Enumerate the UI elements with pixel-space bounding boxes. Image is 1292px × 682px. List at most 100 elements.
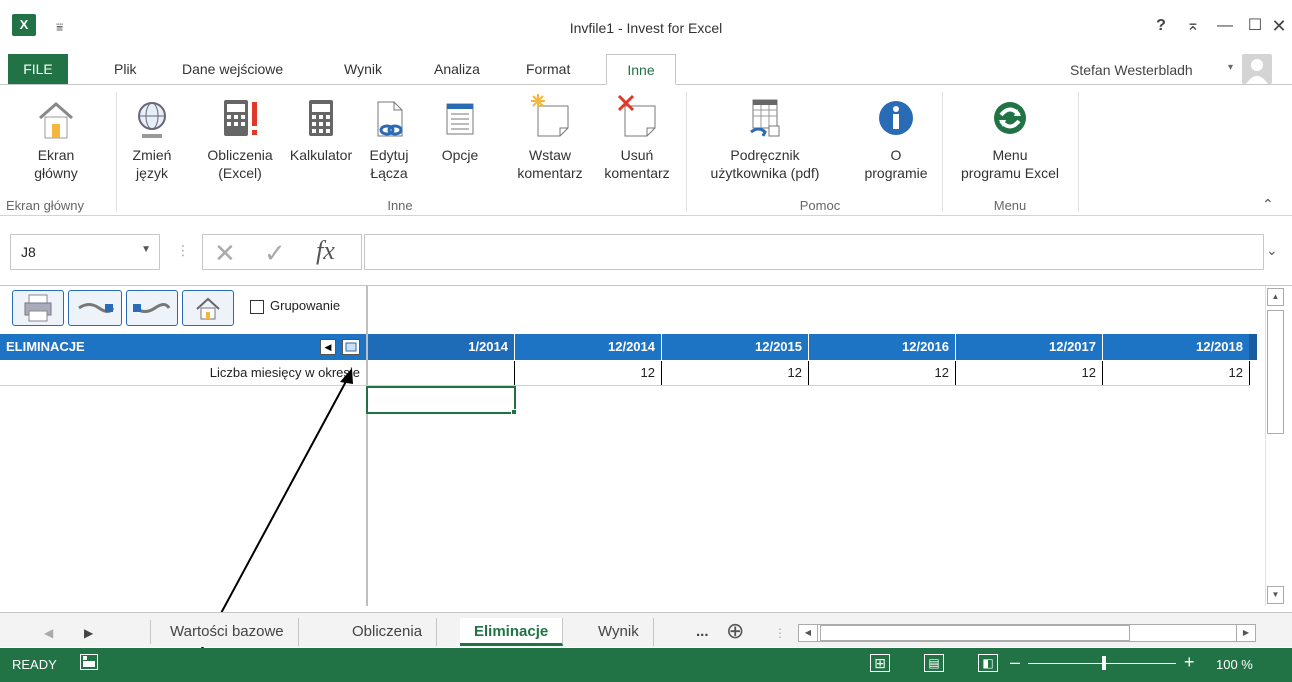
expand-button[interactable]: [126, 290, 178, 326]
next-sheet-icon[interactable]: ▶: [84, 626, 93, 640]
tab-plik[interactable]: Plik: [104, 54, 147, 84]
wstaw-komentarz-button[interactable]: Wstaw komentarz: [508, 92, 592, 182]
sheet-tab-obliczenia[interactable]: Obliczenia: [338, 618, 438, 646]
ekran-glowny-button[interactable]: Ekran główny: [20, 98, 92, 182]
column-header-12-2017: 12/2017: [956, 334, 1102, 360]
minimize-button[interactable]: —: [1210, 14, 1240, 38]
handshake-right-icon: [133, 303, 171, 313]
edytuj-lacza-button[interactable]: Edytuj Łącza: [358, 98, 420, 182]
vertical-scroll-thumb[interactable]: [1267, 310, 1284, 434]
cell-12-2015[interactable]: 12: [662, 361, 809, 385]
collapse-arrow-button[interactable]: ◀: [320, 339, 336, 355]
ready-status: READY: [12, 657, 57, 672]
tab-file[interactable]: FILE: [8, 54, 68, 84]
comment-toggle-button[interactable]: [342, 339, 360, 355]
scroll-down-button[interactable]: ▼: [1267, 586, 1284, 604]
user-dropdown-icon[interactable]: ▾: [1228, 62, 1233, 73]
enter-icon[interactable]: ✓: [264, 238, 286, 269]
formula-bar-grip-icon: ⋮: [176, 242, 190, 258]
selected-cell[interactable]: [366, 386, 516, 414]
tab-inne[interactable]: Inne: [606, 54, 676, 85]
sheet-tab-wynik[interactable]: Wynik: [584, 618, 654, 646]
opcje-button[interactable]: Opcje: [432, 98, 488, 164]
formula-input[interactable]: [364, 234, 1264, 270]
normal-view-icon[interactable]: ⊞: [870, 654, 890, 672]
ribbon-group-separator: [116, 92, 117, 212]
user-manual-pdf-icon: [745, 98, 785, 140]
cell-12-2014[interactable]: 12: [515, 361, 662, 385]
zoom-slider-thumb[interactable]: [1102, 656, 1106, 670]
collapse-ribbon-icon[interactable]: ⌃: [1262, 196, 1274, 213]
kalkulator-button[interactable]: Kalkulator: [284, 98, 358, 164]
avatar[interactable]: [1242, 54, 1272, 84]
user-name[interactable]: Stefan Westerbladh: [1070, 62, 1193, 78]
sheet-tab-eliminacje[interactable]: Eliminacje: [460, 618, 564, 646]
cell-12-2018[interactable]: 12: [1103, 361, 1250, 385]
add-sheet-icon[interactable]: ⊕: [726, 618, 744, 644]
scroll-up-button[interactable]: ▲: [1267, 288, 1284, 306]
group-label-inne: Inne: [387, 198, 413, 213]
section-title: ELIMINACJE: [6, 339, 85, 354]
status-bar: [0, 648, 1292, 682]
tab-format[interactable]: Format: [516, 54, 580, 84]
calculation-warning-icon: [218, 98, 262, 140]
header-edge: [1249, 334, 1257, 360]
globe-icon: [132, 98, 172, 140]
podrecznik-button[interactable]: Podręcznik użytkownika (pdf): [692, 98, 838, 182]
insert-function-icon[interactable]: fx: [316, 236, 335, 266]
usun-komentarz-button[interactable]: Usuń komentarz: [594, 92, 680, 182]
section-header: ELIMINACJE: [0, 334, 366, 360]
ribbon-group-separator: [686, 92, 687, 212]
zoom-level[interactable]: 100 %: [1216, 657, 1253, 672]
zmien-jezyk-button[interactable]: Zmień język: [122, 98, 182, 182]
column-header-12-2016: 12/2016: [809, 334, 955, 360]
obliczenia-button[interactable]: Obliczenia (Excel): [196, 98, 284, 182]
name-box-dropdown-icon[interactable]: ▼: [141, 244, 151, 255]
sheet-tab-more[interactable]: ...: [682, 618, 723, 646]
scroll-right-button[interactable]: ▶: [1236, 624, 1256, 642]
column-header-12-2015: 12/2015: [662, 334, 808, 360]
tab-dane-wejsciowe[interactable]: Dane wejściowe: [172, 54, 293, 84]
sheet-tab-wartosci-bazowe[interactable]: Wartości bazowe: [156, 618, 299, 646]
column-header-12-2018: 12/2018: [1103, 334, 1249, 360]
zoom-in-button[interactable]: +: [1184, 652, 1195, 673]
cancel-icon[interactable]: ✕: [214, 238, 236, 269]
info-icon: [875, 98, 917, 140]
handshake-left-icon: [78, 303, 115, 313]
cell-12-2016[interactable]: 12: [809, 361, 956, 385]
cell-1-2014[interactable]: [368, 361, 515, 385]
close-button[interactable]: ✕: [1264, 14, 1292, 38]
tab-wynik[interactable]: Wynik: [334, 54, 392, 84]
prev-sheet-icon[interactable]: ◀: [44, 626, 53, 640]
name-box[interactable]: J8 ▼: [10, 234, 160, 270]
horizontal-scroll-thumb[interactable]: [820, 625, 1130, 641]
insert-comment-icon: [528, 92, 572, 140]
help-button[interactable]: ?: [1146, 14, 1176, 38]
group-label-pomoc: Pomoc: [799, 198, 841, 213]
options-list-icon: [443, 98, 477, 140]
print-button[interactable]: [12, 290, 64, 326]
edit-links-icon: [372, 98, 406, 140]
fill-handle[interactable]: [511, 409, 517, 415]
ribbon-display-options-icon[interactable]: ⌅: [1178, 14, 1208, 38]
ribbon-group-separator: [1078, 92, 1079, 212]
page-layout-view-icon[interactable]: ▤: [924, 654, 944, 672]
scroll-left-button[interactable]: ◀: [798, 624, 818, 642]
home-button[interactable]: [182, 290, 234, 326]
grupowanie-label: Grupowanie: [270, 298, 341, 313]
grupowanie-checkbox[interactable]: [250, 300, 264, 314]
window-title: Invfile1 - Invest for Excel: [569, 20, 723, 36]
column-header-12-2014: 12/2014: [515, 334, 661, 360]
page-break-view-icon[interactable]: ◧: [978, 654, 998, 672]
tab-analiza[interactable]: Analiza: [424, 54, 490, 84]
o-programie-button[interactable]: O programie: [856, 98, 936, 182]
group-label-ekran-glowny: Ekran główny: [6, 198, 85, 213]
expand-formula-bar-icon[interactable]: ⌄: [1266, 242, 1278, 259]
cell-12-2017[interactable]: 12: [956, 361, 1103, 385]
zoom-out-button[interactable]: –: [1010, 652, 1020, 673]
collapse-button[interactable]: [68, 290, 122, 326]
menu-programu-excel-button[interactable]: Menu programu Excel: [948, 98, 1072, 182]
home-icon: [36, 98, 76, 140]
macro-record-icon[interactable]: [80, 654, 98, 670]
refresh-menu-icon: [989, 98, 1031, 140]
